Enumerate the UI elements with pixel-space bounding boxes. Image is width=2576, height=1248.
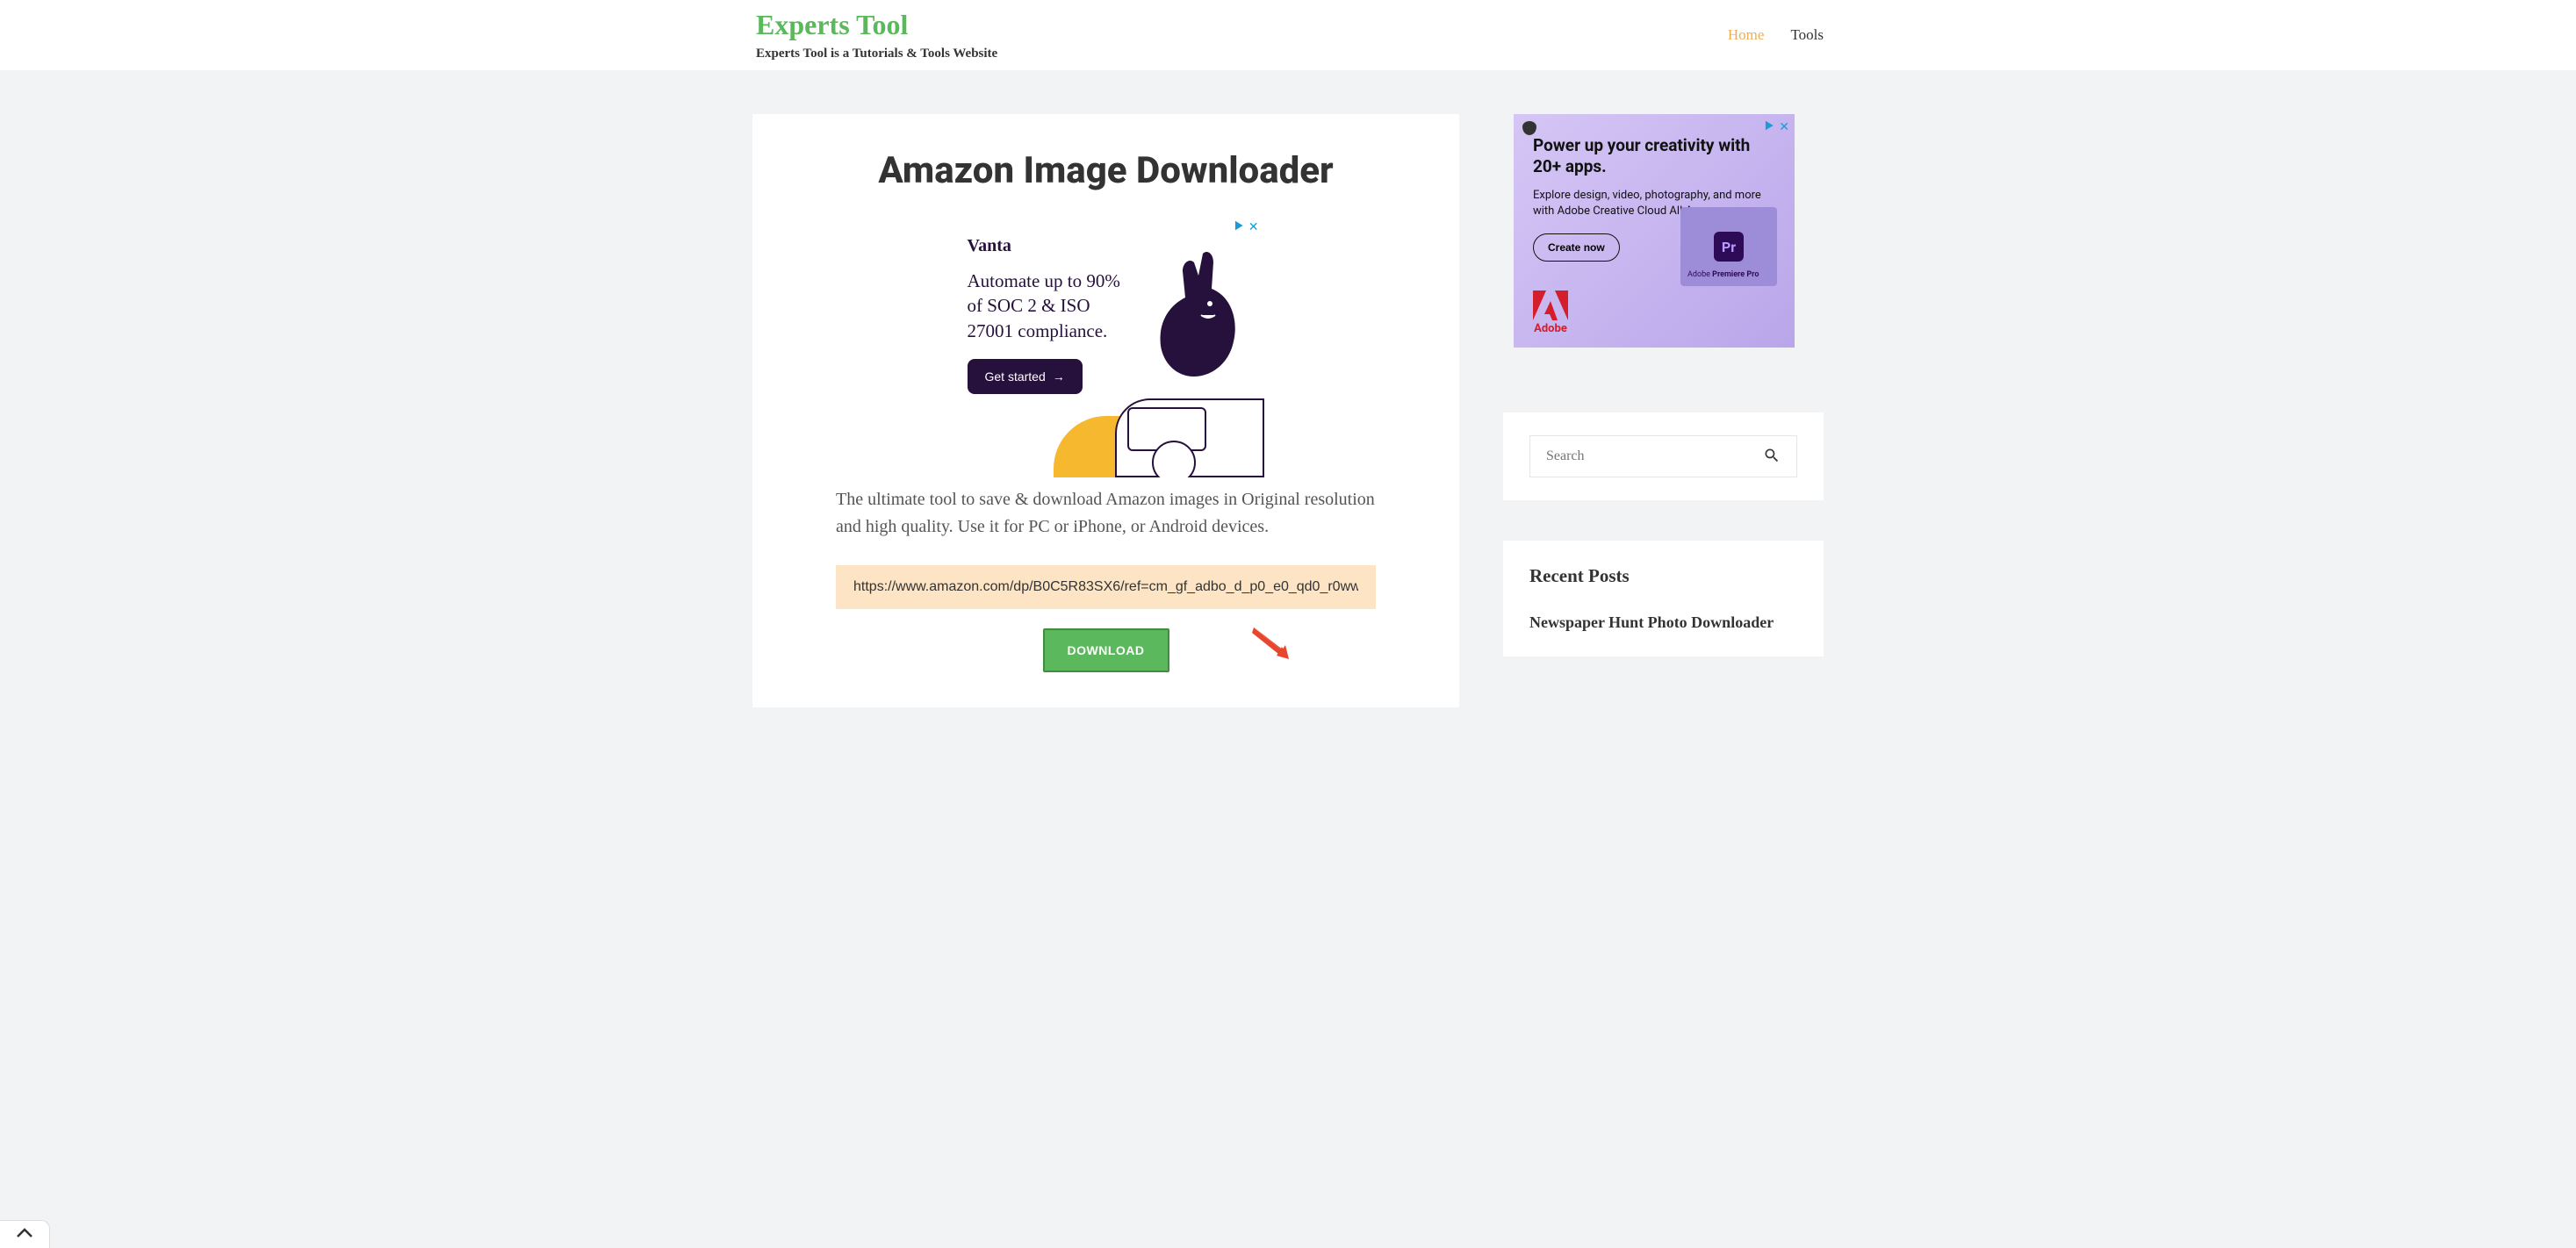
site-header: Experts Tool Experts Tool is a Tutorials… xyxy=(0,0,2576,70)
sidebar-ad-cta[interactable]: Create now xyxy=(1533,233,1620,262)
main-nav: Home Tools xyxy=(1728,26,1824,44)
arrow-right-icon: → xyxy=(1053,369,1065,384)
recent-post-link[interactable]: Newspaper Hunt Photo Downloader xyxy=(1529,613,1797,632)
logo-section: Experts Tool Experts Tool is a Tutorials… xyxy=(752,9,997,61)
sidebar-ad-controls: ✕ xyxy=(1763,119,1789,135)
sidebar: ✕ Power up your creativity with 20+ apps… xyxy=(1503,114,1824,707)
annotation-arrow-icon xyxy=(1250,624,1292,661)
ad-cta-button[interactable]: Get started → xyxy=(968,359,1083,394)
recent-posts-widget: Recent Posts Newspaper Hunt Photo Downlo… xyxy=(1503,541,1824,656)
premiere-pro-icon: Pr xyxy=(1714,232,1744,262)
chevron-up-icon xyxy=(16,1227,33,1239)
close-ad-icon[interactable]: ✕ xyxy=(1779,120,1789,134)
page-title: Amazon Image Downloader xyxy=(836,149,1376,192)
main-content: Amazon Image Downloader ✕ Vanta Automate… xyxy=(752,114,1459,707)
site-title[interactable]: Experts Tool xyxy=(756,9,997,41)
search-icon xyxy=(1763,447,1781,464)
adchoices-icon[interactable] xyxy=(1233,219,1245,235)
sidebar-ad[interactable]: ✕ Power up your creativity with 20+ apps… xyxy=(1514,114,1795,348)
ad-cta-label: Get started xyxy=(985,369,1046,384)
nav-tools[interactable]: Tools xyxy=(1790,26,1824,44)
amazon-url-input[interactable] xyxy=(836,565,1376,609)
adobe-logo: Adobe xyxy=(1533,290,1568,335)
app-name-small: Premiere Pro xyxy=(1712,270,1759,279)
ad-decor-llama xyxy=(1141,249,1238,416)
adobe-brand-text: Adobe xyxy=(1534,322,1567,335)
tagline: Experts Tool is a Tutorials & Tools Webs… xyxy=(756,47,997,61)
search-input[interactable] xyxy=(1530,436,1747,477)
ad-headline: Automate up to 90% of SOC 2 & ISO 27001 … xyxy=(968,269,1126,343)
sidebar-ad-headline: Power up your creativity with 20+ apps. xyxy=(1533,135,1775,177)
ad-controls: ✕ xyxy=(1233,219,1259,235)
widget-heading: Recent Posts xyxy=(1529,565,1797,587)
inline-ad[interactable]: ✕ Vanta Automate up to 90% of SOC 2 & IS… xyxy=(948,214,1264,477)
app-brand-small: Adobe xyxy=(1687,270,1710,279)
search-widget xyxy=(1503,412,1824,500)
search-button[interactable] xyxy=(1747,447,1796,467)
app-tile: Pr Adobe Premiere Pro xyxy=(1680,207,1777,286)
adchoices-icon[interactable] xyxy=(1763,119,1775,135)
download-button[interactable]: DOWNLOAD xyxy=(1043,628,1169,672)
close-ad-icon[interactable]: ✕ xyxy=(1248,220,1259,234)
nav-home[interactable]: Home xyxy=(1728,26,1765,44)
privacy-shield-icon[interactable] xyxy=(1522,121,1536,135)
tool-description: The ultimate tool to save & download Ama… xyxy=(836,486,1376,541)
adobe-a-icon xyxy=(1533,290,1568,320)
scroll-to-top-button[interactable] xyxy=(0,1220,50,1248)
